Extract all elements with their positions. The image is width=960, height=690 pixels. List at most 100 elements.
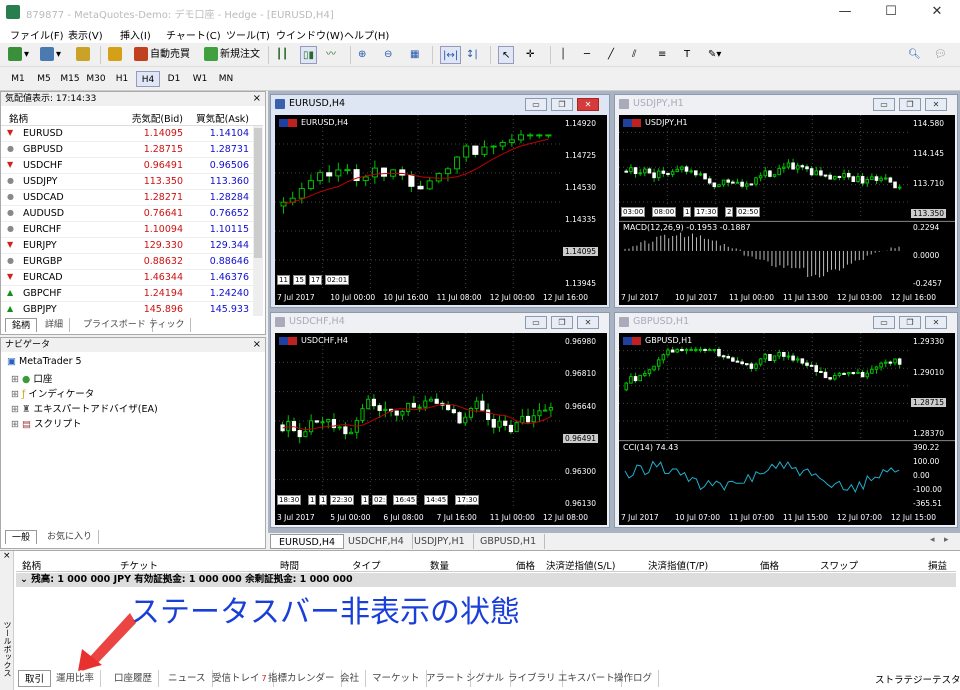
profiles-icon[interactable]: ▾ — [40, 46, 61, 64]
market-watch-scrollbar[interactable] — [253, 126, 263, 316]
chart-close-icon[interactable]: ✕ — [577, 316, 599, 329]
navigator-close-icon[interactable]: × — [253, 338, 261, 352]
trade-history-label[interactable]: 1 — [319, 495, 328, 505]
toolbox-tab-3[interactable]: ニュース — [162, 670, 213, 687]
vertical-line-icon[interactable]: │ — [560, 46, 566, 64]
timeframe-m15[interactable]: M15 — [58, 71, 82, 87]
chat-icon[interactable]: 💬︎ — [934, 46, 947, 64]
menu-file[interactable]: ファイル(F) — [10, 27, 64, 42]
tabs-scroll-right-icon[interactable]: ▸ — [944, 535, 949, 545]
menu-chart[interactable]: チャート(C) — [166, 27, 221, 42]
toolbox-tab-7[interactable]: マーケット — [366, 670, 427, 687]
cursor-icon[interactable]: ↖ — [498, 46, 515, 64]
timeframe-d1[interactable]: D1 — [162, 71, 186, 87]
trade-history-label[interactable]: 16:45 — [393, 495, 418, 505]
menu-view[interactable]: 表示(V) — [68, 27, 103, 42]
quote-row[interactable]: ● USDJPY 113.350 113.360 — [1, 174, 263, 190]
market-watch-close-icon[interactable]: × — [253, 92, 261, 106]
bar-chart-icon[interactable]: ┃┃ — [276, 46, 288, 64]
chart-shift-icon[interactable]: ↕| — [466, 46, 478, 64]
trade-history-label[interactable]: 03:00 — [621, 207, 646, 217]
timeframe-w1[interactable]: W1 — [188, 71, 212, 87]
new-chart-icon[interactable]: ▾ — [8, 46, 29, 64]
col-bid[interactable]: 売気配(Bid) — [113, 111, 183, 125]
trade-history-label[interactable]: 1 — [308, 495, 317, 505]
equidistant-channel-icon[interactable]: ⫽ — [632, 46, 636, 64]
trade-history-label[interactable]: 18:30 — [277, 495, 302, 505]
trade-history-label[interactable]: 02: — [372, 495, 388, 505]
trade-col-5[interactable]: 価格 — [516, 558, 535, 572]
menu-help[interactable]: ヘルプ(H) — [344, 27, 389, 42]
shapes-icon[interactable]: ✎▾ — [708, 46, 721, 64]
trend-line-icon[interactable]: ╱ — [608, 46, 614, 64]
market-watch-tab-3[interactable]: ティック — [143, 318, 192, 332]
zoom-in-icon[interactable]: ⊕ — [358, 46, 366, 64]
crosshair-icon[interactable]: ✛ — [526, 46, 534, 64]
close-button[interactable]: ✕ — [914, 0, 960, 24]
candlestick-icon[interactable]: ▯▮ — [300, 46, 318, 64]
chart-close-icon[interactable]: ✕ — [925, 316, 947, 329]
col-ask[interactable]: 買気配(Ask) — [183, 111, 249, 125]
trade-col-2[interactable]: 時間 — [280, 558, 299, 572]
market-watch-tab-0[interactable]: 銘柄 — [5, 318, 38, 332]
nav-item-accounts[interactable]: ⊞ ● 口座 — [11, 371, 52, 385]
trade-history-label[interactable]: 08:00 — [652, 207, 677, 217]
chart-minimize-icon[interactable]: ▭ — [873, 316, 895, 329]
chart-tab-1[interactable]: USDCHF,H4 — [340, 534, 413, 549]
chart-close-icon[interactable]: ✕ — [925, 98, 947, 111]
chart-tab-0[interactable]: EURUSD,H4 — [270, 534, 345, 549]
quote-row[interactable]: ▼ EURUSD 1.14095 1.14104 — [1, 126, 263, 142]
trade-col-0[interactable]: 銘柄 — [22, 558, 41, 572]
fibonacci-icon[interactable]: ≡ — [658, 46, 666, 64]
quote-row[interactable]: ▲ GBPCHF 1.24194 1.24240 — [1, 286, 263, 302]
chart-canvas[interactable]: CCI(14) 74.43 390.22 100.00 0.00 -100.00 -365… — [619, 333, 955, 525]
trade-col-7[interactable]: 決済指値(T/P) — [648, 558, 708, 572]
chart-close-icon[interactable]: ✕ — [577, 98, 599, 111]
market-watch-tab-2[interactable]: プライスボード — [77, 318, 153, 332]
quote-row[interactable]: ▼ USDCHF 0.96491 0.96506 — [1, 158, 263, 174]
trade-col-3[interactable]: タイプ — [352, 558, 381, 572]
autoscroll-icon[interactable]: |↔| — [440, 46, 462, 64]
nav-item-scripts[interactable]: ⊞ ▤ スクリプト — [11, 416, 82, 430]
trade-col-8[interactable]: 価格 — [760, 558, 779, 572]
chart-canvas[interactable]: MACD(12,26,9) -0.1953 -0.1887 0.2294 0.000… — [619, 115, 955, 305]
timeframe-m5[interactable]: M5 — [32, 71, 56, 87]
toolbox-close-icon[interactable]: × — [3, 551, 11, 561]
trade-history-label[interactable]: 1 — [361, 495, 370, 505]
quote-row[interactable]: ● USDCAD 1.28271 1.28284 — [1, 190, 263, 206]
chart-restore-icon[interactable]: ❐ — [899, 316, 921, 329]
minimize-button[interactable]: — — [822, 0, 868, 24]
toolbox-tab-2[interactable]: 口座履歴 — [108, 670, 160, 687]
nav-root[interactable]: ▣ MetaTrader 5 — [7, 356, 82, 367]
trade-history-label[interactable]: 2 — [725, 207, 734, 217]
text-icon[interactable]: T — [684, 46, 690, 64]
quote-row[interactable]: ▲ GBPJPY 145.896 145.933 — [1, 302, 263, 316]
quote-row[interactable]: ● GBPUSD 1.28715 1.28731 — [1, 142, 263, 158]
timeframe-m1[interactable]: M1 — [6, 71, 30, 87]
menu-tools[interactable]: ツール(T) — [226, 27, 270, 42]
nav-item-indicators[interactable]: ⊞ ƒ インディケータ — [11, 386, 94, 400]
trade-col-1[interactable]: チケット — [120, 558, 158, 572]
balance-row[interactable]: ⌄ 残高: 1 000 000 JPY 有効証拠金: 1 000 000 余剰証… — [16, 573, 956, 587]
tabs-scroll-left-icon[interactable]: ◂ — [930, 535, 935, 545]
chart-tab-3[interactable]: GBPUSD,H1 — [472, 534, 546, 549]
zoom-out-icon[interactable]: ⊖ — [384, 46, 392, 64]
quote-row[interactable]: ● EURCHF 1.10094 1.10115 — [1, 222, 263, 238]
trade-history-label[interactable]: 14:45 — [424, 495, 449, 505]
chart-canvas[interactable]: 0.96980 0.96810 0.96640 0.96491 0.96300 0.961… — [275, 333, 607, 525]
chart-minimize-icon[interactable]: ▭ — [873, 98, 895, 111]
chart-restore-icon[interactable]: ❐ — [551, 316, 573, 329]
chart-window-eurusd[interactable]: EURUSD,H4 ▭ ❐ ✕ 1.14920 1.14725 1.14530 1.14335… — [270, 94, 610, 308]
nav-item-experts[interactable]: ⊞ ♜ エキスパートアドバイザ(EA) — [11, 401, 158, 415]
new-order-button[interactable]: 新規注文 — [204, 46, 260, 64]
navigator-tab-1[interactable]: お気に入り — [41, 530, 100, 544]
timeframe-h1[interactable]: H1 — [110, 71, 134, 87]
timeframe-h4[interactable]: H4 — [136, 71, 160, 87]
trade-history-label[interactable]: 22:30 — [330, 495, 355, 505]
chart-window-gbpusd[interactable]: GBPUSD,H1 ▭ ❐ ✕ CCI(14) 74.43 390.22 100.00 0.0… — [614, 312, 958, 528]
menu-window[interactable]: ウインドウ(W) — [276, 27, 344, 42]
trade-col-4[interactable]: 数量 — [430, 558, 449, 572]
timeframe-m30[interactable]: M30 — [84, 71, 108, 87]
tile-windows-icon[interactable]: ▦ — [410, 46, 419, 64]
toolbox-tab-6[interactable]: 会社 — [334, 670, 367, 687]
